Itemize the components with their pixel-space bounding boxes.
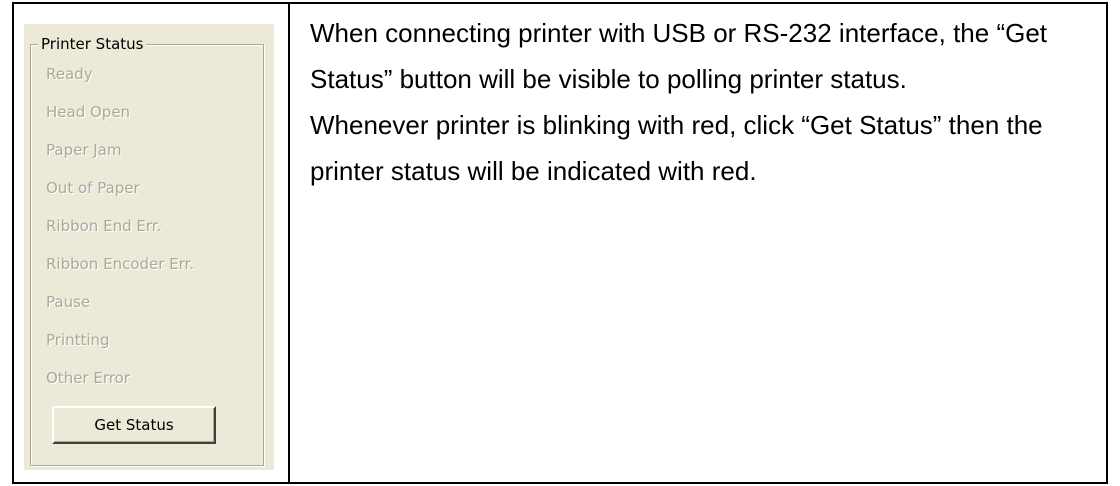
status-other-error: Other Error	[46, 369, 130, 387]
printer-status-panel: Printer Status Ready Head Open Paper Jam…	[24, 24, 274, 470]
printer-status-title: Printer Status	[38, 34, 147, 54]
column-divider	[288, 4, 290, 482]
status-printting: Printting	[46, 331, 110, 349]
content-table: Printer Status Ready Head Open Paper Jam…	[12, 2, 1108, 484]
get-status-button[interactable]: Get Status	[52, 406, 216, 444]
status-ribbon-end-err: Ribbon End Err.	[46, 217, 162, 235]
status-paper-jam: Paper Jam	[46, 141, 122, 159]
description-paragraph-2: Whenever printer is blinking with red, c…	[310, 110, 1043, 186]
status-pause: Pause	[46, 293, 91, 311]
description-paragraph-1: When connecting printer with USB or RS-2…	[310, 18, 1048, 94]
status-ribbon-encoder-err: Ribbon Encoder Err.	[46, 255, 195, 273]
description-text: When connecting printer with USB or RS-2…	[310, 10, 1100, 194]
status-head-open: Head Open	[46, 103, 131, 121]
status-ready: Ready	[46, 65, 93, 83]
status-out-of-paper: Out of Paper	[46, 179, 140, 197]
